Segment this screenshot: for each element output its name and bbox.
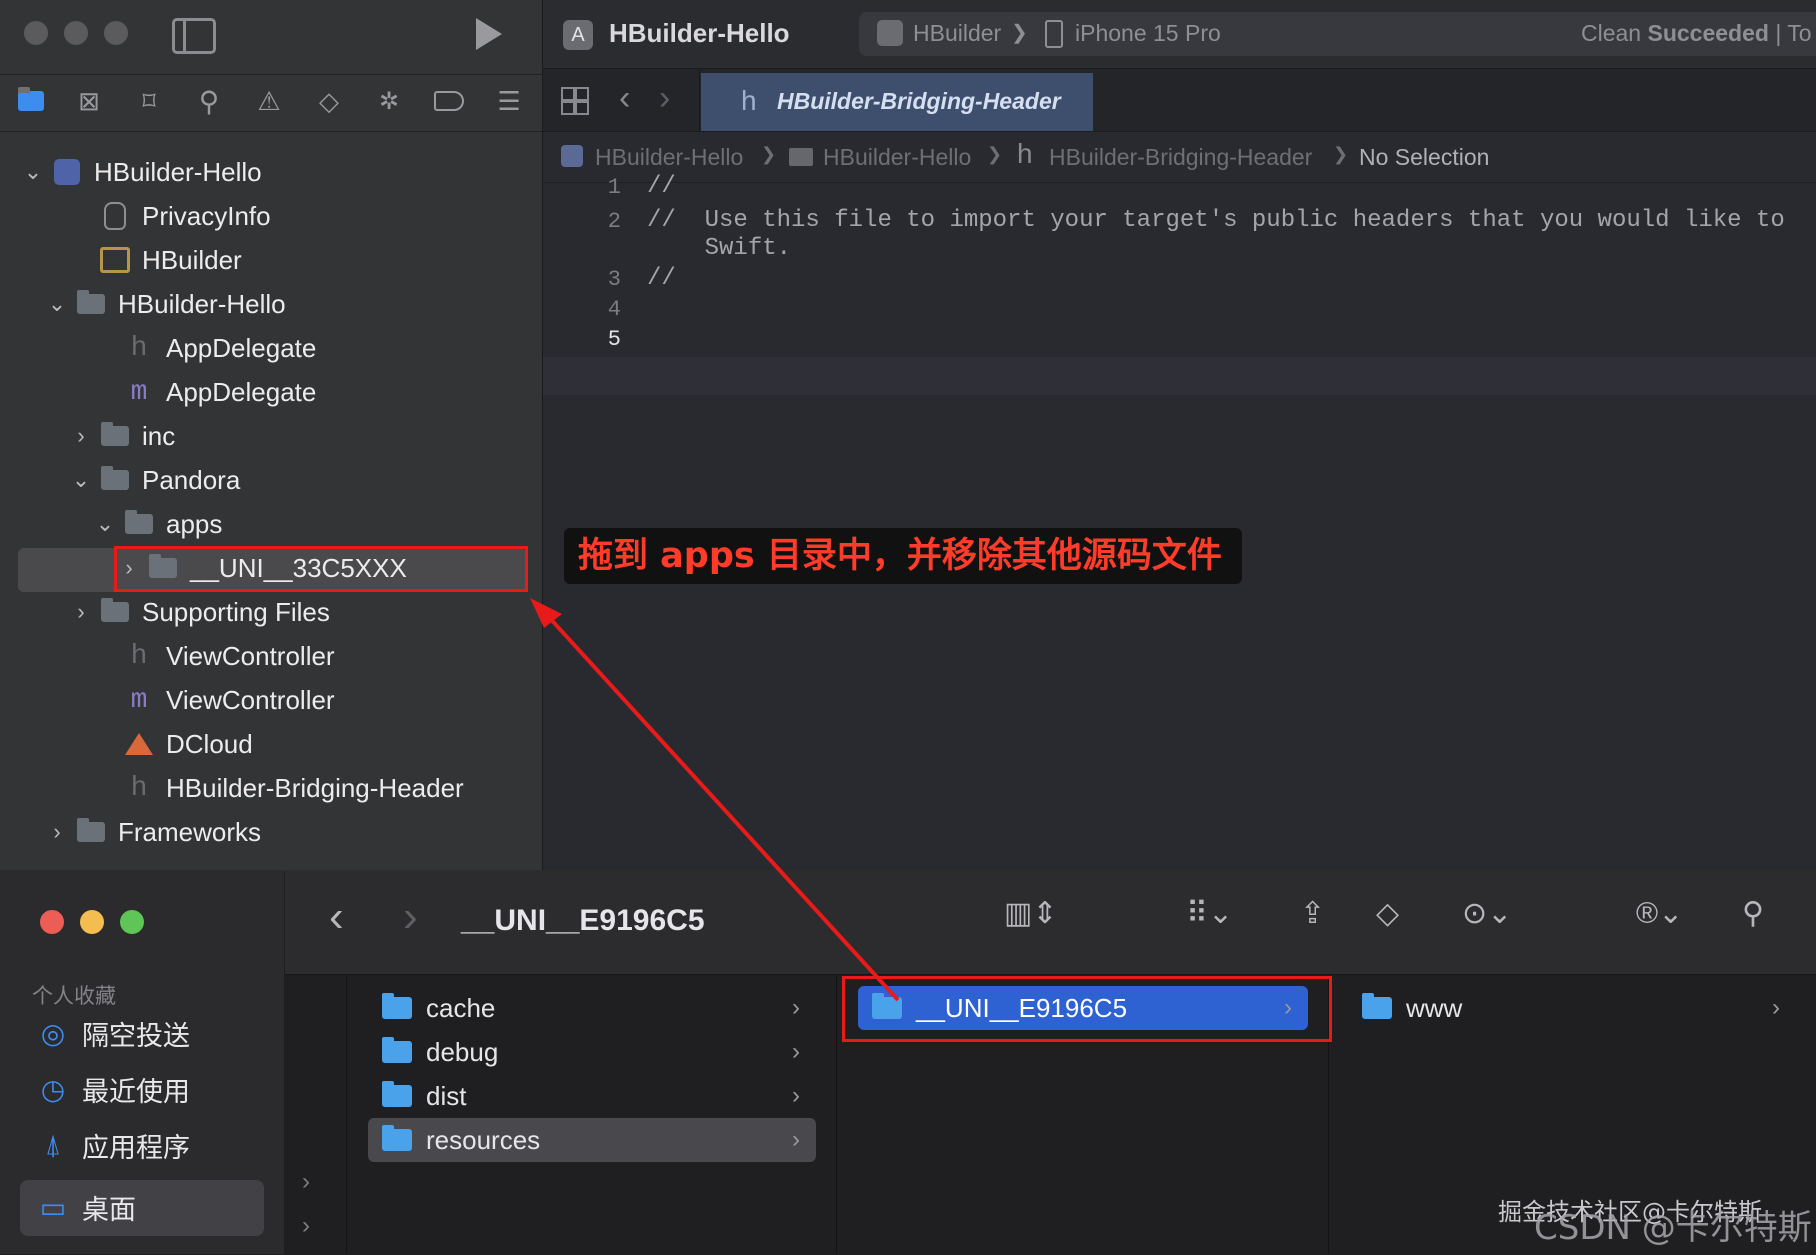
arrow-shaft <box>544 612 900 1002</box>
drag-arrow <box>530 598 900 1002</box>
watermark-csdn: CSDN @卡尔特斯 <box>1534 1208 1812 1248</box>
